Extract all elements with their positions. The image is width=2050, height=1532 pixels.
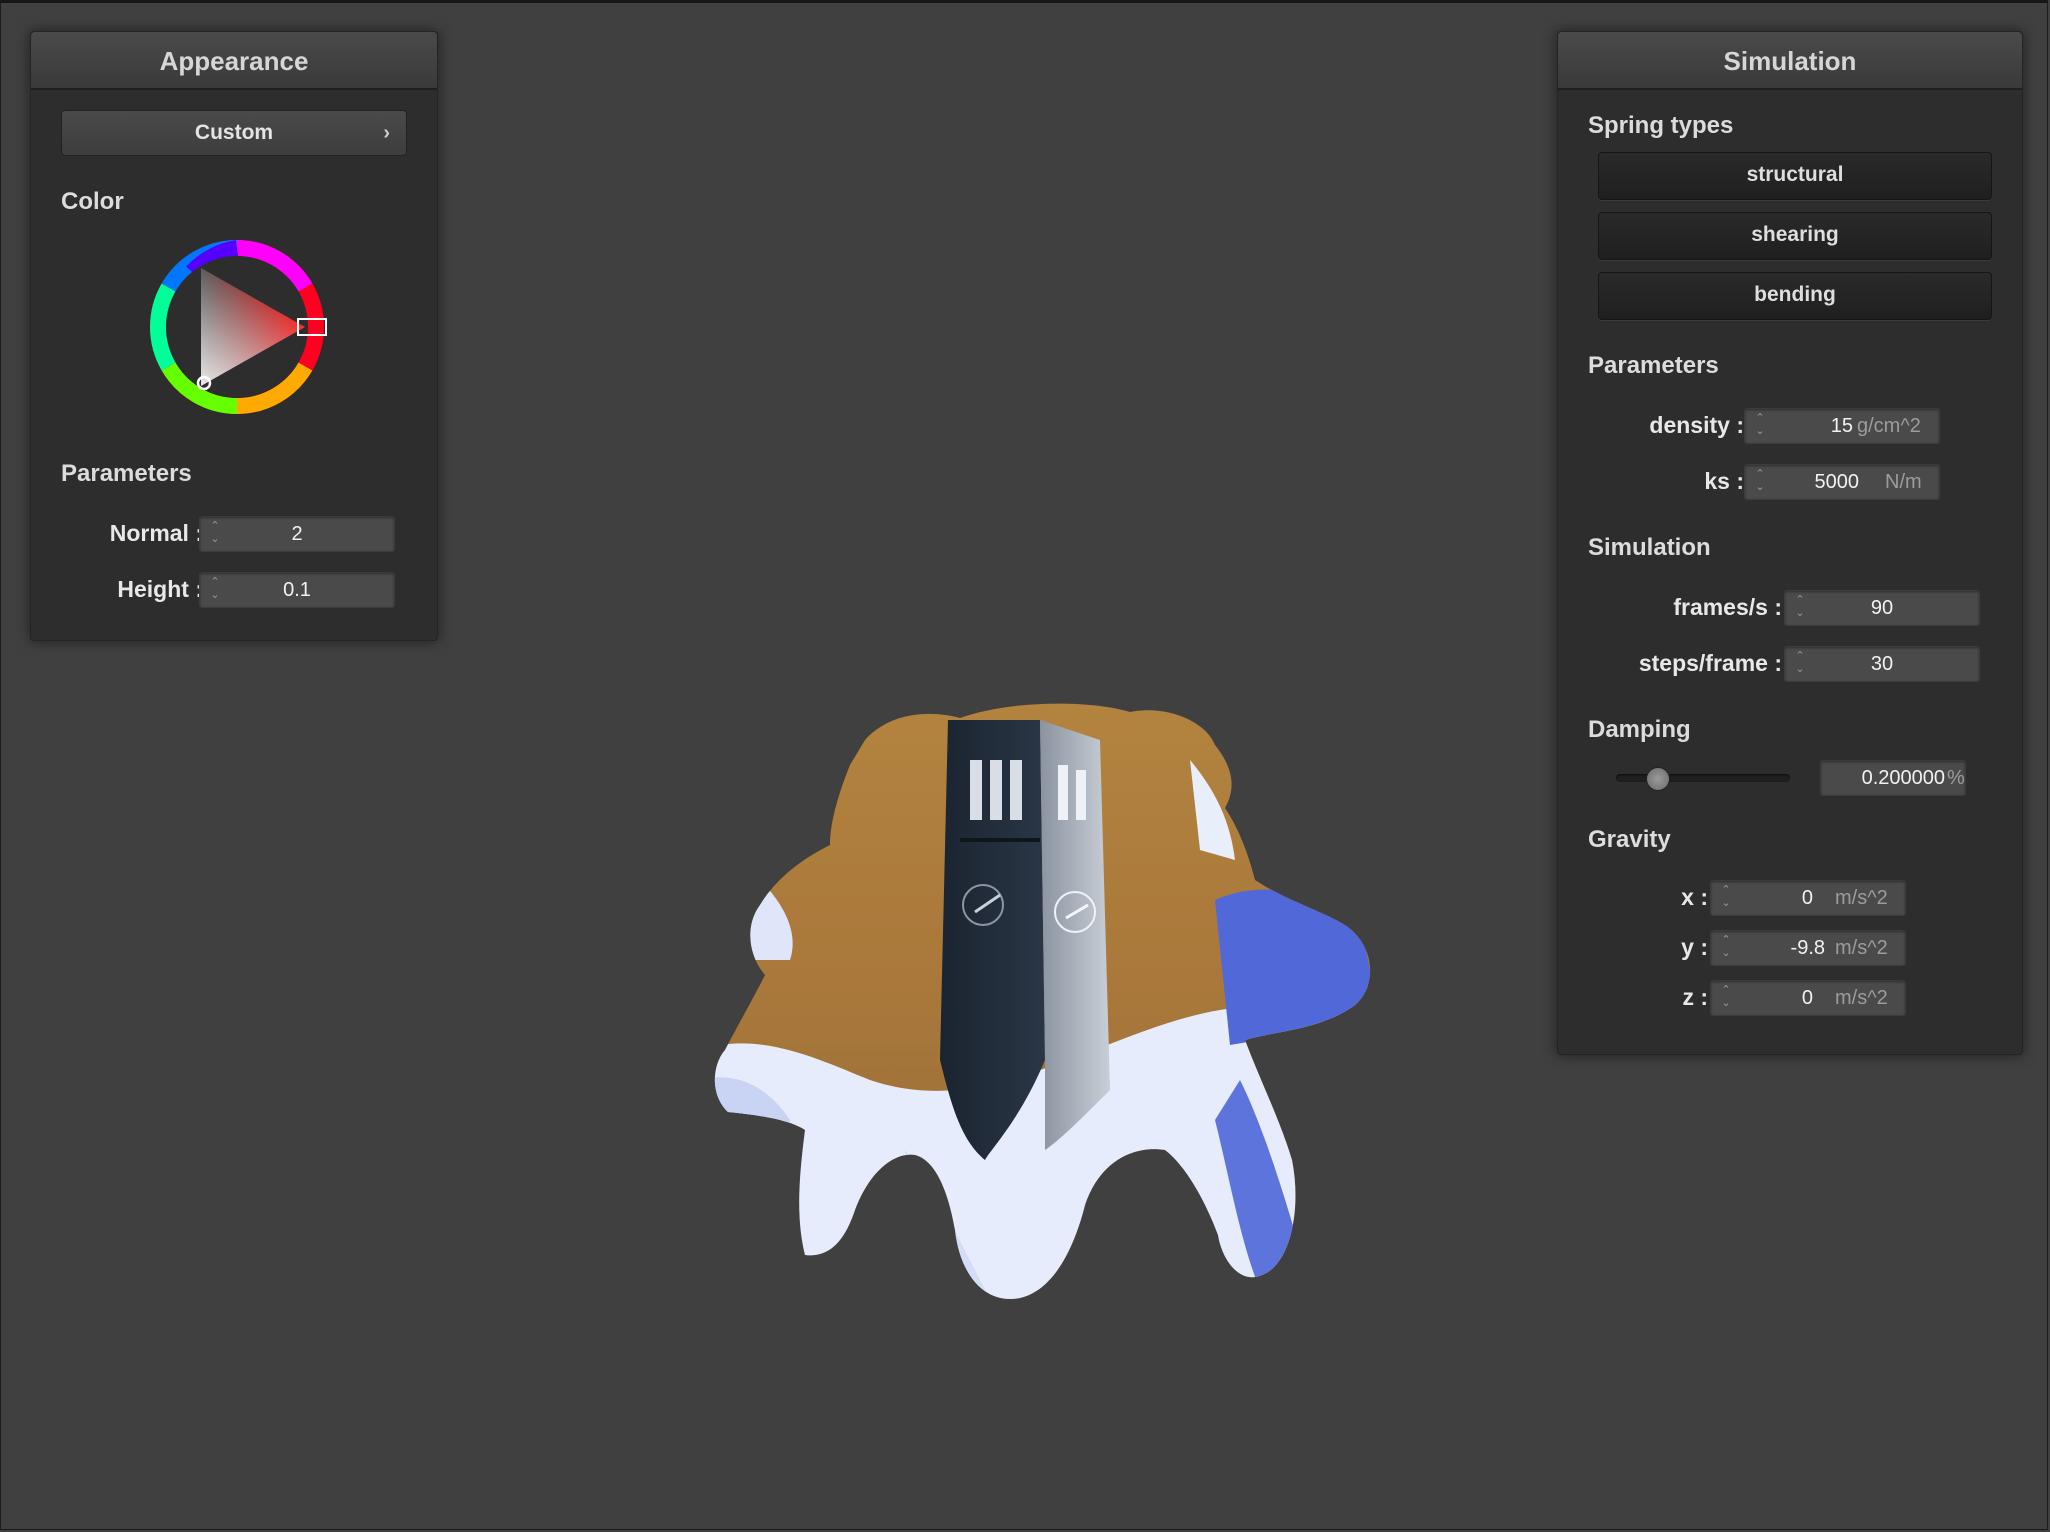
simulation-panel-title[interactable]: Simulation <box>1558 32 2022 90</box>
gravity-z-input[interactable]: ⌃ ⌄ 0 m/s^2 <box>1710 980 1906 1016</box>
normal-label: Normal : <box>109 520 203 546</box>
height-value: 0.1 <box>283 579 311 601</box>
color-section-heading: Color <box>61 188 124 215</box>
gravity-x-label: x : <box>1681 884 1708 910</box>
density-unit: g/cm^2 <box>1857 415 1921 437</box>
damping-slider-track <box>1616 774 1790 782</box>
damping-input[interactable]: 0.200000 % <box>1820 760 1966 796</box>
gravity-z-label: z : <box>1682 984 1708 1010</box>
gravity-z-value: 0 <box>1801 987 1813 1009</box>
preset-dropdown-label: Custom <box>194 121 274 144</box>
steps-per-frame-label: steps/frame : <box>1638 650 1782 676</box>
frames-per-second-value: 90 <box>1870 597 1894 619</box>
density-label: density : <box>1649 412 1744 438</box>
preset-dropdown-button[interactable]: Custom › <box>61 110 407 156</box>
chevron-right-icon: › <box>383 122 390 144</box>
appearance-panel: Appearance Custom › Color Parameters Nor… <box>30 31 438 641</box>
damping-section-heading: Damping <box>1588 716 1691 743</box>
gravity-x-unit: m/s^2 <box>1835 887 1888 909</box>
damping-slider-handle[interactable] <box>1646 767 1670 791</box>
ks-input[interactable]: ⌃ ⌄ 5000 N/m <box>1744 464 1940 500</box>
gravity-y-value: -9.8 <box>1790 937 1825 959</box>
parameters-section-heading: Parameters <box>61 460 192 487</box>
gravity-x-input[interactable]: ⌃ ⌄ 0 m/s^2 <box>1710 880 1906 916</box>
damping-value: 0.200000 <box>1861 767 1945 789</box>
normal-value: 2 <box>291 523 303 545</box>
normal-input[interactable]: ⌃ ⌄ 2 <box>199 516 395 552</box>
simulation-panel: Simulation Spring types structural shear… <box>1557 31 2023 1055</box>
spring-bending-button[interactable]: bending <box>1598 272 1992 320</box>
ks-value: 5000 <box>1814 471 1860 493</box>
steps-per-frame-input[interactable]: ⌃ ⌄ 30 <box>1784 646 1980 682</box>
spring-structural-button[interactable]: structural <box>1598 152 1992 200</box>
gravity-z-unit: m/s^2 <box>1835 987 1888 1009</box>
steps-per-frame-value: 30 <box>1870 653 1894 675</box>
color-wheel[interactable] <box>144 234 330 420</box>
damping-slider[interactable] <box>1616 766 1790 791</box>
ks-label: ks : <box>1704 468 1744 494</box>
simulation-section-heading: Simulation <box>1588 534 1711 561</box>
appearance-panel-title[interactable]: Appearance <box>31 32 437 90</box>
damping-unit: % <box>1947 767 1965 789</box>
gravity-y-label: y : <box>1681 934 1708 960</box>
parameters-section-heading: Parameters <box>1588 352 1719 379</box>
height-input[interactable]: ⌃ ⌄ 0.1 <box>199 572 395 608</box>
gravity-section-heading: Gravity <box>1588 826 1671 853</box>
frames-per-second-label: frames/s : <box>1673 594 1782 620</box>
spring-shearing-button[interactable]: shearing <box>1598 212 1992 260</box>
frames-per-second-input[interactable]: ⌃ ⌄ 90 <box>1784 590 1980 626</box>
height-label: Height : <box>117 576 203 602</box>
gravity-x-value: 0 <box>1801 887 1813 909</box>
gravity-y-unit: m/s^2 <box>1835 937 1888 959</box>
ks-unit: N/m <box>1885 471 1922 493</box>
density-input[interactable]: ⌃ ⌄ 15 g/cm^2 <box>1744 408 1940 444</box>
density-value: 15 <box>1830 415 1853 437</box>
spring-types-section-heading: Spring types <box>1588 112 1734 139</box>
gravity-y-input[interactable]: ⌃ ⌄ -9.8 m/s^2 <box>1710 930 1906 966</box>
